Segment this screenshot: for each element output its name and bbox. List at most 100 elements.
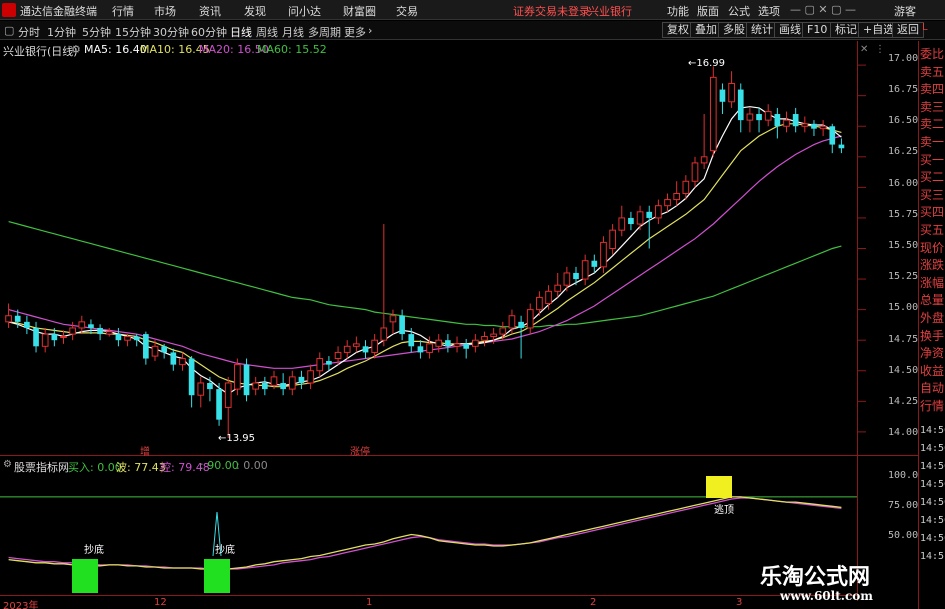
candle-body — [536, 296, 543, 311]
candle-body — [691, 162, 699, 182]
candle-body — [60, 336, 67, 339]
more-chevron-icon[interactable]: › — [368, 24, 372, 37]
indicator-zero: : 0.00 — [236, 459, 268, 472]
candle-body — [838, 144, 845, 149]
candle-body — [105, 331, 113, 335]
candle-body — [316, 358, 324, 372]
candle-body — [581, 260, 589, 280]
watermark-title: 乐淘公式网 — [760, 564, 871, 590]
quote-field-label: 卖五 — [920, 64, 945, 79]
menu-item-discover[interactable]: 发现 — [244, 3, 266, 19]
tab-multi-period[interactable]: 多周期 — [308, 24, 341, 40]
candle-body — [628, 217, 634, 225]
candle-body — [664, 199, 671, 207]
menu-item-ask[interactable]: 问小达 — [288, 3, 321, 19]
menu-function[interactable]: 功能 — [667, 3, 689, 19]
chart-menu-icon[interactable]: ⋮ — [875, 44, 885, 55]
trade-time: 14:50 — [920, 425, 945, 436]
tab-1min[interactable]: 1分钟 — [47, 24, 76, 40]
price-tick: 16.50 — [888, 115, 919, 126]
menu-item-news[interactable]: 资讯 — [199, 3, 221, 19]
buy-signal-box — [72, 559, 98, 593]
tab-monthly[interactable]: 月线 — [282, 24, 304, 40]
menu-item-wealth[interactable]: 财富圈 — [343, 3, 376, 19]
quote-field-label: 买三 — [920, 187, 945, 202]
quote-field-label: 行情 — [920, 399, 945, 413]
candle-body — [563, 272, 571, 286]
date-tick: 1 — [366, 597, 373, 608]
candle-body — [445, 340, 451, 347]
candle-body — [408, 334, 415, 347]
candle-body — [499, 327, 507, 335]
quote-field-label: 委比 — [920, 47, 945, 61]
ma60-line — [8, 221, 842, 328]
candle-body — [78, 321, 86, 329]
trade-login-notice[interactable]: 证券交易未登录 — [513, 3, 590, 19]
indicator-wave: 波: 77.43 — [116, 461, 166, 474]
candle-body — [124, 336, 131, 341]
price-tick: 15.25 — [888, 271, 919, 282]
quote-field-label: 涨幅 — [920, 275, 945, 290]
menu-layout[interactable]: 版面 — [697, 3, 719, 19]
menu-item-markets[interactable]: 市场 — [154, 3, 176, 19]
candle-body — [554, 284, 562, 292]
indicator-tick: 50.00 — [888, 530, 919, 541]
window-controls-icon[interactable]: — ▢ ✕ ▢ — — [790, 3, 856, 16]
price-tick: 14.50 — [888, 365, 919, 376]
date-tick: 2 — [590, 597, 597, 608]
back-button[interactable]: 返回 — [892, 22, 924, 38]
zeng-label: 增 — [140, 447, 150, 458]
menu-item-market[interactable]: 行情 — [112, 3, 134, 19]
broker-name: 兴业银行 — [588, 5, 632, 18]
candle-body — [115, 334, 122, 341]
settings-gear-icon[interactable]: ⚙ — [71, 43, 81, 56]
candle-body — [618, 217, 626, 231]
panel-toggle-icon[interactable]: L — [922, 22, 928, 33]
candle-body — [600, 241, 607, 268]
quote-field-label: 买一 — [920, 152, 945, 167]
tab-intraday[interactable]: 分时 — [18, 24, 40, 40]
candle-body — [270, 376, 278, 386]
candle-body — [14, 315, 21, 322]
tab-60min[interactable]: 60分钟 — [191, 24, 227, 40]
candle-body — [673, 192, 681, 201]
menu-item-trade[interactable]: 交易 — [396, 3, 418, 19]
menu-options[interactable]: 选项 — [758, 3, 780, 19]
ma5-value: MA5: 16.40 — [84, 43, 147, 56]
chart-close-icon[interactable]: ✕ — [860, 44, 868, 55]
price-tick: 15.75 — [888, 209, 919, 220]
quote-field-label: 买二 — [920, 170, 945, 185]
candle-body — [435, 339, 443, 347]
candlestick-chart[interactable] — [0, 56, 918, 609]
price-tick: 14.75 — [888, 334, 919, 345]
indicator-name: 股票指标网 — [14, 461, 69, 474]
tab-more[interactable]: 更多 — [344, 24, 366, 40]
low-marker: ←13.95 — [218, 433, 256, 444]
guest-label[interactable]: 游客 — [894, 3, 916, 19]
quote-field-label: 买五 — [920, 223, 945, 237]
candle-body — [801, 123, 809, 127]
escape-label: 逃顶 — [714, 505, 734, 516]
candle-body — [97, 327, 103, 335]
tab-15min[interactable]: 15分钟 — [115, 24, 151, 40]
tab-weekly[interactable]: 周线 — [256, 24, 278, 40]
candle-body — [170, 352, 177, 365]
candle-body — [518, 321, 524, 328]
tab-daily[interactable]: 日线 — [230, 24, 252, 40]
candle-body — [792, 114, 799, 127]
indicator-gear-icon[interactable]: ⚙ — [3, 459, 12, 470]
candle-body — [326, 360, 332, 365]
candle-body — [161, 346, 168, 353]
menu-formula[interactable]: 公式 — [728, 3, 750, 19]
tab-30min[interactable]: 30分钟 — [153, 24, 189, 40]
candle-body — [709, 76, 717, 152]
candle-body — [682, 180, 690, 194]
trade-time: 14:5 — [920, 551, 945, 562]
ma20-line — [8, 135, 842, 369]
f10-button[interactable]: F10 — [802, 22, 833, 38]
candle-body — [811, 123, 817, 129]
ma60-value: MA60: 15.52 — [257, 43, 327, 56]
sell-signal-box — [706, 476, 732, 498]
candle-body — [746, 113, 754, 121]
tab-5min[interactable]: 5分钟 — [82, 24, 111, 40]
